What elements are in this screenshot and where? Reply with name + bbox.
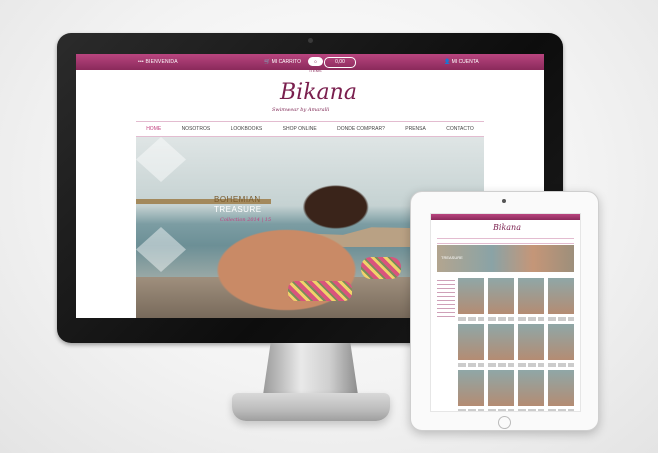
hero-swimwear-top — [361, 257, 401, 279]
product-card[interactable] — [518, 278, 544, 321]
product-card[interactable] — [488, 324, 514, 367]
cart-label: MI CARRITO — [271, 59, 301, 65]
product-card[interactable] — [548, 324, 574, 367]
product-card[interactable] — [518, 324, 544, 367]
tablet-device: Bikana TREASURE — [410, 191, 599, 431]
product-card[interactable] — [518, 370, 544, 411]
nav-donde-comprar[interactable]: DONDE COMPRAR? — [337, 126, 385, 132]
hero-title-line1: BOHEMIAN — [214, 195, 261, 204]
account-label: MI CUENTA — [451, 59, 479, 65]
triangle-pattern — [136, 137, 186, 182]
hero-title-line3: Collection 2014 | 15 — [220, 217, 272, 223]
monitor-stand — [263, 343, 358, 395]
cart-link[interactable]: 🛒 MI CARRITO — [264, 59, 301, 65]
nav-lookbooks[interactable]: LOOKBOOKS — [231, 126, 263, 132]
tablet-home-button[interactable] — [498, 416, 511, 429]
tablet-banner-text: TREASURE — [441, 255, 463, 260]
site-topbar: ••• BIENVENIDA 🛒 MI CARRITO 0 ITEMS 0,00… — [76, 54, 544, 73]
tablet-camera — [502, 199, 506, 203]
tablet-product-grid — [458, 278, 574, 411]
tablet-screen: Bikana TREASURE — [430, 213, 581, 412]
nav-shop-online[interactable]: SHOP ONLINE — [283, 126, 317, 132]
product-card[interactable] — [548, 278, 574, 321]
tablet-banner[interactable]: TREASURE — [437, 245, 574, 272]
product-card[interactable] — [458, 370, 484, 411]
brand-logo[interactable]: Bikana — [280, 80, 357, 105]
nav-prensa[interactable]: PRENSA — [405, 126, 426, 132]
tablet-sidebar — [437, 280, 455, 320]
account-link[interactable]: 👤 MI CUENTA — [444, 59, 479, 65]
product-card[interactable] — [548, 370, 574, 411]
brand-tagline: Swimwear by Amaralli — [272, 107, 330, 113]
hero-swimwear-bottom — [288, 281, 352, 301]
product-card[interactable] — [488, 370, 514, 411]
product-card[interactable] — [458, 278, 484, 321]
nav-home[interactable]: HOME — [146, 126, 161, 132]
tablet-brand-logo[interactable]: Bikana — [493, 223, 521, 232]
main-nav: HOME NOSOTROS LOOKBOOKS SHOP ONLINE DOND… — [136, 121, 484, 137]
cart-total: 0,00 — [324, 57, 356, 68]
tablet-topbar — [431, 214, 580, 220]
tablet-nav — [437, 238, 574, 244]
cart-item-badge: 0 ITEMS — [308, 57, 323, 73]
product-card[interactable] — [488, 278, 514, 321]
product-card[interactable] — [458, 324, 484, 367]
nav-nosotros[interactable]: NOSOTROS — [182, 126, 211, 132]
monitor-stand-base — [232, 393, 390, 421]
hero-title-line2: TREASURE — [214, 205, 262, 214]
monitor-camera — [308, 38, 313, 43]
welcome-link[interactable]: ••• BIENVENIDA — [138, 59, 178, 65]
nav-contacto[interactable]: CONTACTO — [446, 126, 474, 132]
